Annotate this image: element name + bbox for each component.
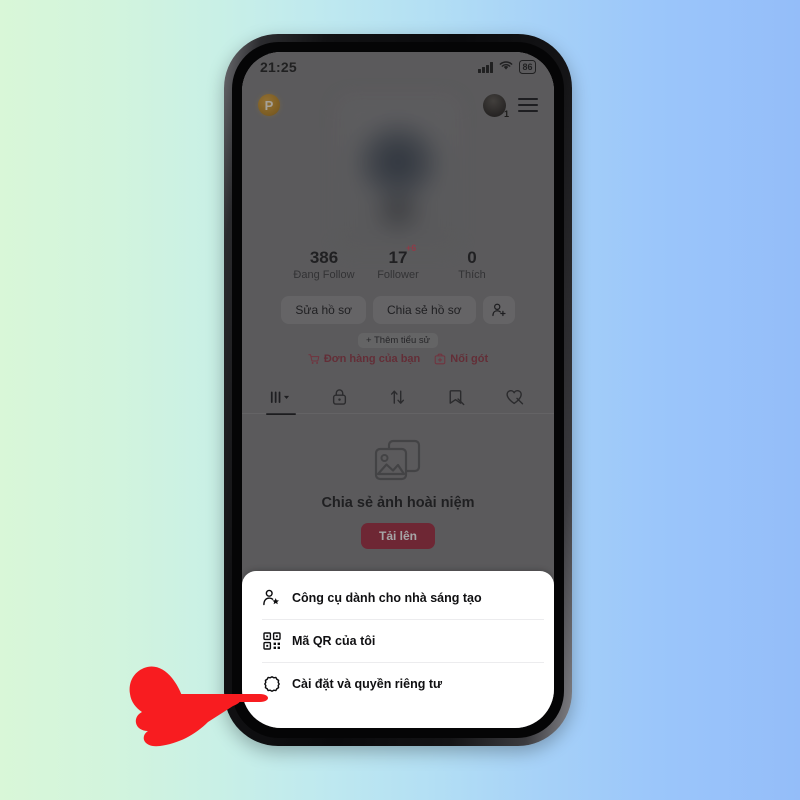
stat-value: 0 xyxy=(467,248,477,267)
bookmark-slash-icon xyxy=(449,390,465,406)
menu-item-label: Công cụ dành cho nhà sáng tạo xyxy=(292,590,482,605)
profile-action-buttons: Sửa hồ sơ Chia sẻ hồ sơ xyxy=(242,296,554,324)
avatar-icon xyxy=(483,93,506,117)
battery-icon: 86 xyxy=(518,60,536,74)
screenshot-stage: 21:25 86 P 1 386 Đang Follow +6 17 Follo… xyxy=(0,0,800,800)
add-person-button[interactable] xyxy=(482,296,515,324)
add-bio-label: + Thêm tiểu sử xyxy=(357,333,438,348)
status-bar: 21:25 86 xyxy=(242,52,554,82)
tab-private[interactable] xyxy=(318,384,362,410)
stat-followers[interactable]: +6 17 Follower xyxy=(361,243,435,281)
app-header-bar: P 1 xyxy=(242,84,554,126)
p-circle-badge-icon[interactable]: P xyxy=(258,94,280,116)
upload-button[interactable]: Tải lên xyxy=(360,523,435,549)
phone-screen: 21:25 86 P 1 386 Đang Follow +6 17 Follo… xyxy=(242,52,554,728)
tab-grid[interactable] xyxy=(259,384,303,415)
empty-state-block: Chia sẻ ảnh hoài niệm Tải lên xyxy=(242,437,554,549)
orders-link[interactable]: Đơn hàng của bạn xyxy=(308,353,420,365)
profile-tab-bar xyxy=(242,380,554,415)
profile-stats: 386 Đang Follow +6 17 Follower 0 Thích xyxy=(242,243,554,281)
status-bar-time: 21:25 xyxy=(260,59,297,75)
wifi-icon xyxy=(499,58,513,76)
add-person-icon xyxy=(491,303,506,317)
empty-state-title: Chia sẻ ảnh hoài niệm xyxy=(321,495,475,511)
signal-bars-icon xyxy=(478,61,493,73)
shopping-cart-icon xyxy=(308,354,320,364)
menu-item-my-qr[interactable]: Mã QR của tôi xyxy=(244,619,552,662)
briefcase-plus-icon xyxy=(434,353,446,365)
avatar[interactable]: 1 xyxy=(483,93,509,119)
heart-slash-icon xyxy=(506,389,523,405)
tabs-divider xyxy=(242,413,554,414)
stat-value: 17 xyxy=(388,248,408,267)
repost-arrows-icon xyxy=(391,390,405,404)
bottom-sheet-menu: Công cụ dành cho nhà sáng tạo Mã QR của … xyxy=(242,571,554,728)
qr-code-icon xyxy=(262,631,281,650)
stat-value: 386 xyxy=(309,248,339,267)
stat-label: Follower xyxy=(377,269,419,281)
orders-link-label: Đơn hàng của bạn xyxy=(323,353,421,365)
pointing-hand-right-icon xyxy=(118,650,278,750)
menu-item-creator-tools[interactable]: Công cụ dành cho nhà sáng tạo xyxy=(244,576,552,619)
avatar-badge-count: 1 xyxy=(503,108,509,119)
share-profile-button[interactable]: Chia sẻ hồ sơ xyxy=(373,296,476,324)
heels-link-label: Nối gót xyxy=(450,353,489,365)
edit-profile-button[interactable]: Sửa hồ sơ xyxy=(281,296,367,324)
tab-saved[interactable] xyxy=(434,384,478,410)
tab-repost[interactable] xyxy=(376,384,420,410)
hamburger-menu-icon[interactable] xyxy=(518,98,538,112)
stat-following[interactable]: 386 Đang Follow xyxy=(287,248,361,281)
stat-delta-badge: +6 xyxy=(406,243,417,253)
stat-label: Đang Follow xyxy=(293,269,355,281)
phone-device-frame: 21:25 86 P 1 386 Đang Follow +6 17 Follo… xyxy=(224,34,572,746)
person-star-icon xyxy=(262,588,281,607)
header-right-group: 1 xyxy=(483,93,538,119)
menu-item-label: Mã QR của tôi xyxy=(292,633,376,648)
status-bar-icons: 86 xyxy=(478,58,536,76)
stat-label: Thích xyxy=(458,269,486,281)
lock-icon xyxy=(333,389,347,405)
add-bio-button[interactable]: + Thêm tiểu sử xyxy=(242,333,554,348)
heels-link[interactable]: Nối gót xyxy=(434,353,488,365)
tab-liked[interactable] xyxy=(493,384,537,410)
menu-item-settings-privacy[interactable]: Cài đặt và quyền riêng tư xyxy=(244,662,552,705)
grid-chevron-icon xyxy=(271,391,290,403)
menu-item-label: Cài đặt và quyền riêng tư xyxy=(292,676,443,691)
profile-links-row: Đơn hàng của bạn Nối gót xyxy=(242,353,554,365)
photos-stack-icon xyxy=(374,439,421,481)
stat-likes[interactable]: 0 Thích xyxy=(435,248,509,281)
